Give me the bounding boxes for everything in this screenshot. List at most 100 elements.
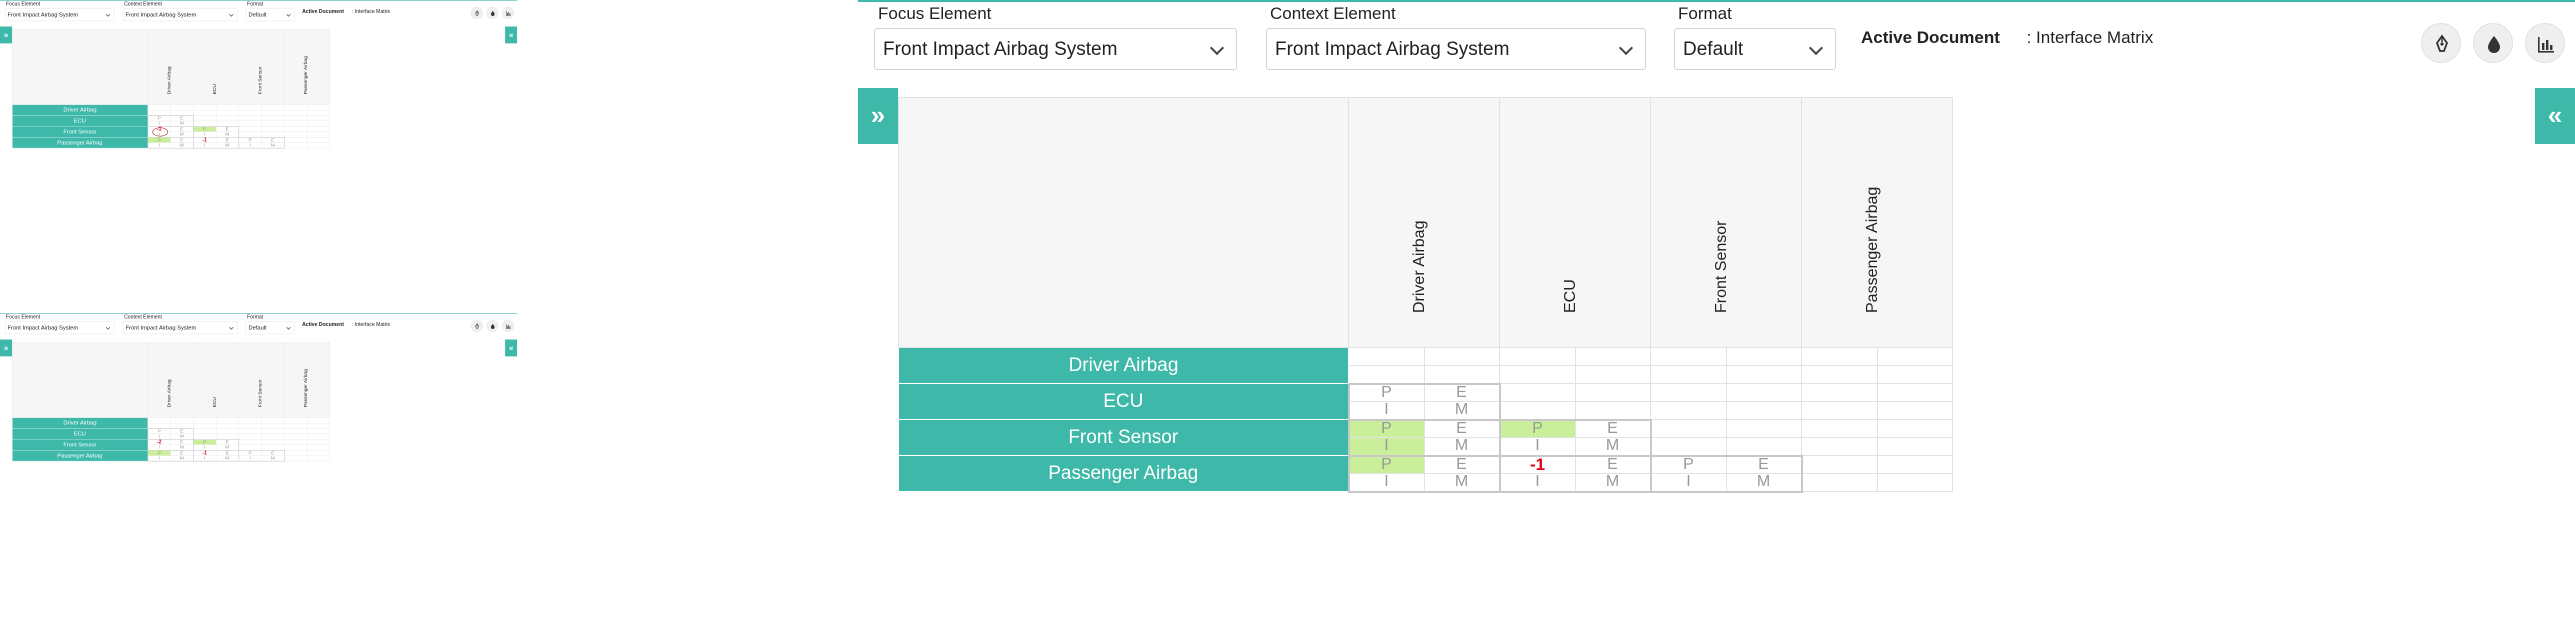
interface-cell[interactable]: I	[1347, 437, 1425, 457]
empty-cell[interactable]	[1801, 473, 1878, 492]
empty-cell[interactable]	[1650, 401, 1727, 420]
droplet-button[interactable]	[486, 6, 499, 19]
interface-cell[interactable]: P	[1347, 418, 1425, 438]
interface-cell[interactable]: E	[1725, 454, 1803, 474]
empty-cell[interactable]	[1574, 347, 1651, 366]
empty-cell[interactable]	[1876, 365, 1953, 384]
interface-cell[interactable]: E	[1423, 418, 1501, 438]
empty-cell[interactable]	[284, 455, 308, 462]
droplet-button[interactable]	[2473, 23, 2513, 63]
collapse-right-toggle[interactable]: «	[505, 339, 518, 357]
interface-cell[interactable]: M	[1574, 437, 1652, 457]
expand-left-toggle[interactable]: »	[858, 88, 898, 144]
interface-cell[interactable]: E	[1423, 382, 1501, 402]
row-header[interactable]: Passenger Airbag	[898, 455, 1349, 492]
interface-cell[interactable]: I	[147, 142, 171, 149]
empty-cell[interactable]	[1801, 419, 1878, 438]
interface-cell[interactable]: M	[1423, 473, 1501, 493]
empty-cell[interactable]	[306, 455, 330, 462]
droplet-button[interactable]	[486, 319, 499, 332]
row-header[interactable]: ECU	[898, 383, 1349, 420]
empty-cell[interactable]	[1876, 473, 1953, 492]
interface-cell[interactable]: M	[261, 455, 285, 462]
interface-cell[interactable]: M	[170, 142, 194, 149]
empty-cell[interactable]	[1876, 401, 1953, 420]
focus-element-select[interactable]: Front Impact Airbag System	[4, 8, 115, 22]
bar-chart-button[interactable]	[502, 6, 515, 19]
context-element-select[interactable]: Front Impact Airbag System	[1266, 28, 1646, 70]
row-header[interactable]: Front Sensor	[12, 126, 148, 138]
empty-cell[interactable]	[1348, 365, 1425, 384]
empty-cell[interactable]	[1650, 419, 1727, 438]
format-select[interactable]: Default	[245, 321, 295, 335]
empty-cell[interactable]	[1801, 347, 1878, 366]
empty-cell[interactable]	[1499, 401, 1576, 420]
row-header[interactable]: Front Sensor	[898, 419, 1349, 456]
empty-cell[interactable]	[306, 142, 330, 149]
context-element-select[interactable]: Front Impact Airbag System	[122, 8, 238, 22]
interface-cell[interactable]: E	[1574, 454, 1652, 474]
empty-cell[interactable]	[1876, 419, 1953, 438]
pen-tool-button[interactable]	[470, 6, 483, 19]
interface-cell[interactable]: P	[1347, 454, 1425, 474]
interface-cell[interactable]: P	[1649, 454, 1727, 474]
interface-cell[interactable]: M	[261, 142, 285, 149]
empty-cell[interactable]	[1725, 401, 1802, 420]
interface-cell[interactable]: M	[215, 455, 240, 462]
empty-cell[interactable]	[1876, 383, 1953, 402]
empty-cell[interactable]	[1876, 437, 1953, 456]
row-header[interactable]: ECU	[12, 115, 148, 127]
empty-cell[interactable]	[1876, 455, 1953, 474]
empty-cell[interactable]	[1650, 347, 1727, 366]
interface-cell[interactable]: I	[1649, 473, 1727, 493]
empty-cell[interactable]	[1499, 365, 1576, 384]
interface-cell[interactable]: I	[192, 142, 217, 149]
collapse-right-toggle[interactable]: «	[505, 26, 518, 44]
interface-cell[interactable]: I	[238, 455, 262, 462]
empty-cell[interactable]	[1801, 437, 1878, 456]
row-header[interactable]: Driver Airbag	[12, 417, 148, 429]
empty-cell[interactable]	[1348, 347, 1425, 366]
expand-left-toggle[interactable]: »	[0, 26, 13, 44]
pen-tool-button[interactable]	[2421, 23, 2461, 63]
empty-cell[interactable]	[1725, 365, 1802, 384]
empty-cell[interactable]	[1499, 383, 1576, 402]
interface-cell[interactable]: I	[1347, 401, 1425, 421]
empty-cell[interactable]	[1725, 383, 1802, 402]
interface-cell[interactable]: I	[1347, 473, 1425, 493]
empty-cell[interactable]	[1725, 437, 1802, 456]
empty-cell[interactable]	[1650, 365, 1727, 384]
interface-cell[interactable]: M	[1423, 437, 1501, 457]
interface-cell[interactable]: M	[215, 142, 240, 149]
row-header[interactable]: Front Sensor	[12, 439, 148, 451]
empty-cell[interactable]	[1499, 347, 1576, 366]
interface-cell[interactable]: P	[1347, 382, 1425, 402]
interface-cell[interactable]: I	[238, 142, 262, 149]
empty-cell[interactable]	[1801, 365, 1878, 384]
interface-cell[interactable]: I	[192, 455, 217, 462]
empty-cell[interactable]	[1801, 401, 1878, 420]
empty-cell[interactable]	[1801, 455, 1878, 474]
expand-left-toggle[interactable]: »	[0, 339, 13, 357]
format-select[interactable]: Default	[1674, 28, 1836, 70]
empty-cell[interactable]	[1725, 419, 1802, 438]
interface-cell[interactable]: -1	[1498, 454, 1576, 474]
empty-cell[interactable]	[1801, 383, 1878, 402]
empty-cell[interactable]	[1574, 401, 1651, 420]
row-header[interactable]: ECU	[12, 428, 148, 440]
interface-cell[interactable]: I	[147, 455, 171, 462]
row-header[interactable]: Driver Airbag	[898, 347, 1349, 384]
empty-cell[interactable]	[284, 142, 308, 149]
interface-cell[interactable]: P	[1498, 418, 1576, 438]
empty-cell[interactable]	[1650, 383, 1727, 402]
empty-cell[interactable]	[1725, 347, 1802, 366]
interface-cell[interactable]: E	[1423, 454, 1501, 474]
row-header[interactable]: Passenger Airbag	[12, 137, 148, 149]
interface-cell[interactable]: M	[1423, 401, 1501, 421]
empty-cell[interactable]	[1574, 365, 1651, 384]
bar-chart-button[interactable]	[502, 319, 515, 332]
interface-cell[interactable]: M	[1725, 473, 1803, 493]
empty-cell[interactable]	[1423, 347, 1500, 366]
format-select[interactable]: Default	[245, 8, 295, 22]
interface-cell[interactable]: E	[1574, 418, 1652, 438]
